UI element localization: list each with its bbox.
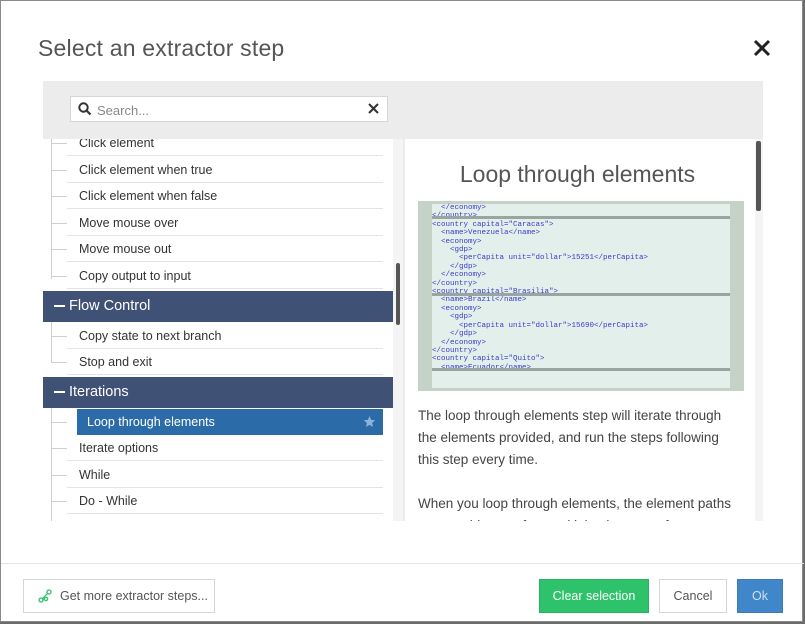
tree-branch xyxy=(51,362,67,363)
tree-branch xyxy=(51,475,67,476)
search-box xyxy=(70,96,388,122)
list-item-label: Stop and exit xyxy=(79,355,152,369)
collapse-icon xyxy=(54,391,65,393)
footer-divider xyxy=(1,563,804,564)
code-divider xyxy=(432,293,730,296)
list-item[interactable]: While xyxy=(67,462,383,488)
list-item-label: Iterate options xyxy=(79,441,159,455)
collapse-icon xyxy=(54,305,65,307)
list-item[interactable]: Copy output to input xyxy=(67,263,383,289)
preview-title: Loop through elements xyxy=(459,161,696,187)
code-example-image: </economy> </country> <country capital="… xyxy=(418,201,744,391)
list-item-selected[interactable]: Loop through elements xyxy=(77,409,383,435)
cancel-button[interactable]: Cancel xyxy=(659,579,727,613)
description-paragraph: The loop through elements step will iter… xyxy=(418,408,722,467)
ok-button[interactable]: Ok xyxy=(737,579,783,613)
group-iterations[interactable]: Iterations xyxy=(43,377,393,408)
list-item[interactable]: Stop and exit xyxy=(67,349,383,375)
tree-branch xyxy=(51,276,67,277)
extractor-step-dialog: Select an extractor step Click element C… xyxy=(0,0,804,622)
tree-branch xyxy=(51,422,67,423)
description-paragraph: When you loop through elements, the elem… xyxy=(418,496,731,521)
list-item-label: While xyxy=(79,468,111,482)
list-item-label: Copy state to next branch xyxy=(79,329,222,343)
tree-line xyxy=(51,322,52,362)
code-divider xyxy=(432,216,730,219)
tree-branch xyxy=(51,223,67,224)
list-item-label: Click element when false xyxy=(79,189,218,203)
list-item[interactable]: Click element when true xyxy=(67,157,383,183)
list-scrollbar[interactable] xyxy=(393,139,403,521)
step-list: Click element Click element when true Cl… xyxy=(43,139,393,521)
list-item[interactable]: Copy state to next branch xyxy=(67,323,383,349)
tree-line xyxy=(51,408,52,521)
search-input[interactable] xyxy=(95,100,359,120)
tree-branch xyxy=(51,501,67,502)
step-preview: Loop through elements </economy> </count… xyxy=(405,139,763,521)
close-icon[interactable] xyxy=(751,37,773,59)
list-item-label: Do - While xyxy=(79,494,138,508)
list-item-label: Move mouse out xyxy=(79,242,172,256)
preview-description: The loop through elements step will iter… xyxy=(418,405,738,521)
get-more-steps-label: Get more extractor steps... xyxy=(60,589,208,603)
list-item[interactable]: Move mouse out xyxy=(67,236,383,262)
get-more-steps-button[interactable]: Get more extractor steps... xyxy=(23,579,215,613)
list-item[interactable]: Iterate options xyxy=(67,435,383,461)
clear-selection-button[interactable]: Clear selection xyxy=(539,579,649,613)
tree-branch xyxy=(51,249,67,250)
code-example: </economy> </country> <country capital="… xyxy=(432,204,730,388)
tree-branch xyxy=(51,143,67,144)
preview-scrollbar-thumb[interactable] xyxy=(756,141,761,211)
tree-branch xyxy=(51,196,67,197)
tree-branch xyxy=(51,448,67,449)
step-picker-panel: Click element Click element when true Cl… xyxy=(43,81,763,521)
list-item xyxy=(67,515,383,521)
list-item[interactable]: Click element when false xyxy=(67,183,383,209)
group-label: Flow Control xyxy=(69,298,151,314)
tree-branch xyxy=(51,336,67,337)
list-item[interactable]: Move mouse over xyxy=(67,210,383,236)
list-item-label: Copy output to input xyxy=(79,269,191,283)
dialog-title: Select an extractor step xyxy=(38,35,285,61)
star-icon[interactable] xyxy=(363,415,376,428)
list-item[interactable]: Do - While xyxy=(67,488,383,514)
list-item-label: Loop through elements xyxy=(87,415,215,429)
group-label: Iterations xyxy=(69,384,129,400)
list-item-label: Move mouse over xyxy=(79,216,179,230)
list-item[interactable]: Click element xyxy=(67,139,383,156)
share-nodes-icon xyxy=(38,589,52,603)
code-divider xyxy=(432,368,730,371)
tree-line xyxy=(51,139,52,279)
list-item-label: Click element when true xyxy=(79,163,213,177)
clear-search-icon[interactable] xyxy=(368,103,379,114)
tree-branch xyxy=(51,170,67,171)
search-icon xyxy=(78,102,92,116)
list-item-label: Click element xyxy=(79,139,155,150)
list-scrollbar-thumb[interactable] xyxy=(396,263,400,325)
group-flow-control[interactable]: Flow Control xyxy=(43,291,393,322)
